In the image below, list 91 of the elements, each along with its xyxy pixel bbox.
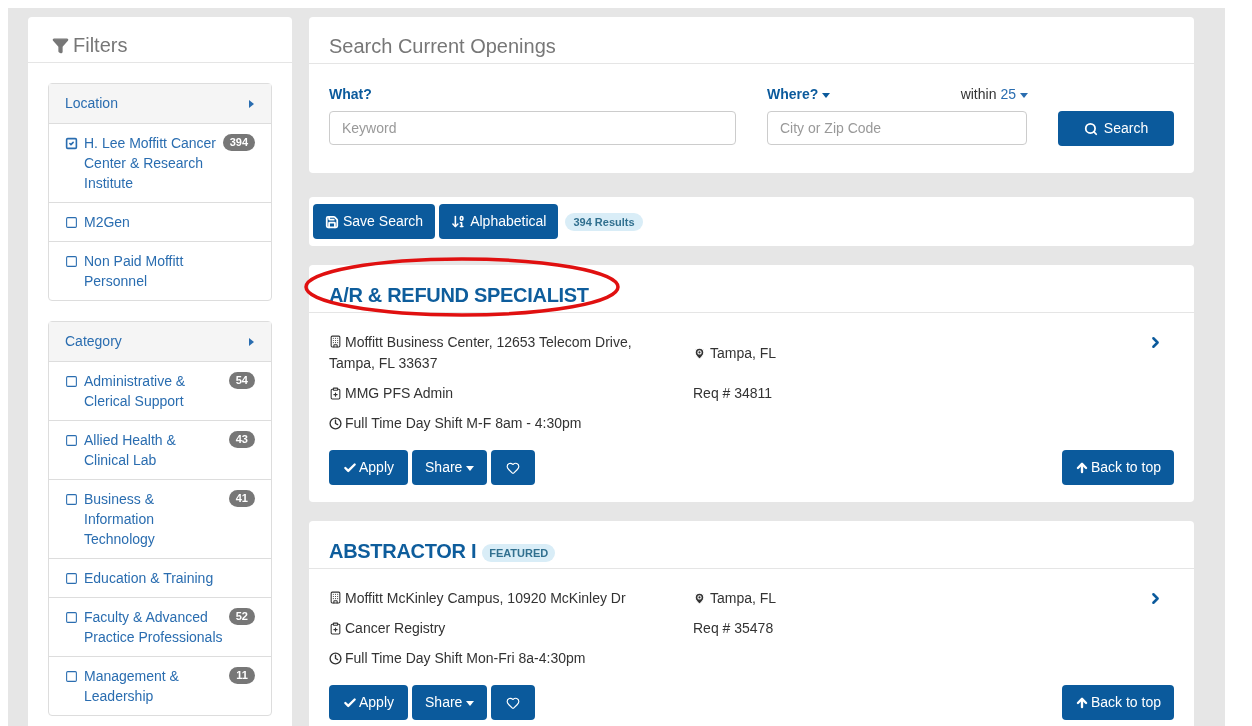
filter-group-header[interactable]: Location (49, 84, 271, 124)
keyword-field[interactable]: Keyword (329, 111, 736, 145)
filter-option-label: Non Paid Moffitt Personnel (84, 252, 185, 291)
checkbox-icon[interactable] (65, 216, 78, 229)
caret-right-icon (247, 337, 255, 346)
check-icon (343, 460, 357, 475)
filter-option[interactable]: M2Gen (49, 203, 271, 242)
share-button[interactable]: Share (412, 685, 488, 720)
map-pin-icon (693, 592, 706, 605)
filter-option[interactable]: Non Paid Moffitt Personnel (49, 242, 271, 300)
caret-icon (822, 90, 831, 99)
check-icon (343, 695, 357, 710)
filter-option[interactable]: Business & Information Technology 41 (49, 480, 271, 559)
checkbox-icon[interactable] (65, 493, 78, 506)
clipboard-icon (329, 622, 342, 635)
job-schedule: Full Time Day Shift M-F 8am - 4:30pm (345, 414, 582, 433)
results-count-badge: 394 Results (565, 212, 643, 231)
save-search-button[interactable]: Save Search (313, 204, 436, 239)
filter-option-label: Education & Training (84, 569, 214, 588)
sort-icon (451, 214, 467, 229)
count-badge: 41 (228, 490, 255, 507)
map-pin-icon (693, 346, 706, 360)
search-icon (1083, 121, 1098, 136)
checkbox-icon[interactable] (65, 255, 78, 268)
apply-button[interactable]: Apply (329, 450, 409, 485)
caret-icon (466, 698, 475, 707)
building-icon (329, 335, 342, 349)
share-button[interactable]: Share (412, 450, 488, 485)
search-panel-title: Search Current Openings (329, 35, 556, 57)
clock-icon (329, 652, 342, 665)
job-address: Moffitt McKinley Campus, 10920 McKinley Dr (329, 588, 626, 609)
checkbox-icon[interactable] (65, 670, 78, 683)
filter-option-label: Management & Leadership (84, 667, 180, 706)
filter-option-label: H. Lee Moffitt Cancer Center & Research Institute (84, 134, 218, 193)
filters-title: Filters (73, 33, 128, 58)
save-icon (325, 214, 339, 229)
filter-option-label: Business & Information Technology (84, 490, 156, 549)
back-to-top-button[interactable]: Back to top (1061, 685, 1174, 720)
job-location: Tampa, FL (710, 343, 777, 363)
job-location: Tampa, FL (710, 589, 777, 608)
filter-option-label: Administrative & Clerical Support (84, 372, 187, 411)
job-schedule: Full Time Day Shift Mon-Fri 8a-4:30pm (345, 649, 586, 668)
job-req-number: Req # 34811 (693, 384, 773, 403)
sort-button[interactable]: Alphabetical (439, 204, 559, 239)
filter-group-title: Location (65, 94, 118, 113)
location-field[interactable]: City or Zip Code (767, 111, 1027, 145)
filter-option[interactable]: H. Lee Moffitt Cancer Center & Research Institute 394 (49, 124, 271, 203)
caret-icon (466, 463, 475, 472)
filter-option[interactable]: Management & Leadership 11 (49, 657, 271, 715)
checkbox-icon[interactable] (65, 434, 78, 447)
heart-icon (506, 695, 521, 710)
favorite-button[interactable] (491, 450, 536, 485)
count-badge: 394 (222, 134, 255, 151)
what-label: What? (329, 85, 373, 104)
filter-option[interactable]: Education & Training (49, 559, 271, 598)
clipboard-icon (329, 387, 342, 400)
filter-option[interactable]: Administrative & Clerical Support 54 (49, 362, 271, 421)
apply-button[interactable]: Apply (329, 685, 409, 720)
back-to-top-button[interactable]: Back to top (1061, 450, 1174, 485)
caret-right-icon (247, 99, 255, 108)
clock-icon (329, 417, 342, 430)
filter-group-title: Category (65, 332, 122, 351)
building-icon (329, 591, 342, 605)
checkbox-icon[interactable] (65, 611, 78, 624)
job-department: MMG PFS Admin (345, 384, 454, 403)
favorite-button[interactable] (491, 685, 536, 720)
count-badge: 54 (228, 372, 255, 389)
filter-option-label: Faculty & Advanced Practice Professionals (84, 608, 224, 647)
job-department: Cancer Registry (345, 619, 446, 638)
filter-icon (52, 36, 69, 54)
where-dropdown[interactable]: Where? (767, 84, 831, 105)
within-label: within (960, 85, 997, 104)
count-badge: 43 (228, 431, 255, 448)
job-title-link[interactable]: ABSTRACTOR I (329, 536, 477, 566)
filter-option-label: Allied Health & Clinical Lab (84, 431, 177, 470)
filter-option[interactable]: Allied Health & Clinical Lab 43 (49, 421, 271, 480)
count-badge: 11 (229, 667, 255, 684)
checked-checkbox-icon[interactable] (65, 137, 78, 150)
featured-badge: FEATURED (482, 544, 556, 562)
radius-dropdown[interactable]: 25 (1000, 84, 1028, 105)
checkbox-icon[interactable] (65, 572, 78, 585)
job-address: Moffitt Business Center, 12653 Telecom Drive, Tampa, FL 33637 (329, 333, 633, 373)
caret-icon (1020, 90, 1028, 99)
checkbox-icon[interactable] (65, 375, 78, 388)
heart-icon (506, 460, 521, 475)
filter-group-header[interactable]: Category (49, 322, 271, 362)
count-badge: 52 (228, 608, 255, 625)
filter-option[interactable]: Faculty & Advanced Practice Professionals 52 (49, 598, 271, 657)
job-req-number: Req # 35478 (693, 619, 774, 638)
filter-option-label: M2Gen (84, 213, 130, 232)
search-button[interactable]: Search (1058, 111, 1174, 146)
